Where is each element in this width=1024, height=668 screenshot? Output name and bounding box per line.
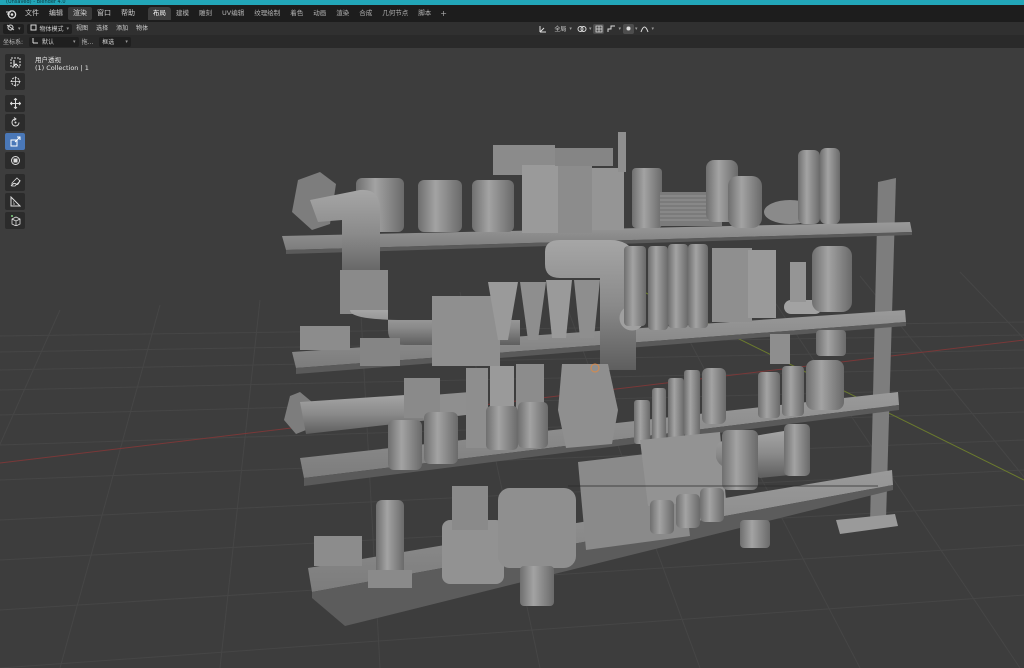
annotate-icon[interactable] <box>5 174 25 191</box>
3d-viewport[interactable] <box>0 48 1024 668</box>
editor-type-dropdown[interactable]: ▾ <box>3 23 24 34</box>
tab-scripting[interactable]: 脚本 <box>413 7 436 20</box>
coord-label: 坐标系: <box>3 39 24 46</box>
mode-label: 物体模式 <box>39 26 64 33</box>
move-icon[interactable] <box>5 95 25 112</box>
menu-view[interactable]: 视图 <box>72 24 92 34</box>
workspace-tabs: 布局 建模 雕刻 UV编辑 纹理绘制 着色 动画 渲染 合成 几何节点 脚本 + <box>148 7 451 20</box>
orientation-label: 全局 <box>554 26 567 33</box>
menu-file[interactable]: 文件 <box>20 7 44 20</box>
tab-compositing[interactable]: 合成 <box>354 7 377 20</box>
viewport-scene[interactable] <box>0 48 1024 668</box>
tab-uv-editing[interactable]: UV编辑 <box>217 7 249 20</box>
select-box-icon[interactable] <box>5 54 25 71</box>
transform-orientation-icon[interactable] <box>537 24 548 34</box>
menu-render[interactable]: 渲染 <box>68 7 92 20</box>
tab-shading[interactable]: 着色 <box>285 7 308 20</box>
menu-window[interactable]: 窗口 <box>92 7 116 20</box>
pivot-icon[interactable] <box>577 24 588 34</box>
tab-texture-paint[interactable]: 纹理绘制 <box>249 7 285 20</box>
coord-value: 默认 <box>42 39 55 46</box>
chevron-down-icon: ▾ <box>73 38 76 45</box>
tab-modeling[interactable]: 建模 <box>171 7 194 20</box>
blender-logo-icon[interactable] <box>4 7 18 21</box>
top-menubar: 文件 编辑 渲染 窗口 帮助 布局 建模 雕刻 UV编辑 纹理绘制 着色 动画 … <box>0 5 1024 22</box>
collection-label: (1) Collection | 1 <box>35 64 89 72</box>
mode-dropdown[interactable]: 物体模式 ▾ <box>26 23 73 34</box>
view-name-label: 用户透视 <box>35 56 61 64</box>
tab-layout[interactable]: 布局 <box>148 7 171 20</box>
object-mode-icon <box>30 24 37 33</box>
scale-icon[interactable] <box>5 133 25 150</box>
drag-dropdown[interactable]: 框选 ▾ <box>99 36 131 47</box>
chevron-down-icon: ▾ <box>18 25 21 32</box>
menu-select[interactable]: 选择 <box>92 24 112 34</box>
chevron-down-icon[interactable]: ▾ <box>618 26 621 32</box>
axis-icon <box>32 37 39 46</box>
add-workspace-button[interactable]: + <box>436 7 451 20</box>
chevron-down-icon[interactable]: ▾ <box>651 26 654 32</box>
cursor-icon[interactable] <box>5 73 25 90</box>
snap-target-icon[interactable] <box>606 24 617 34</box>
viewport-header: ▾ 物体模式 ▾ 视图 选择 添加 物体 全局 ▾ ▾ ▾ ▾ ▾ <box>0 22 1024 35</box>
measure-icon[interactable] <box>5 193 25 210</box>
rotate-icon[interactable] <box>5 114 25 131</box>
tab-sculpting[interactable]: 雕刻 <box>194 7 217 20</box>
transform-icon[interactable] <box>5 152 25 169</box>
menu-edit[interactable]: 编辑 <box>44 7 68 20</box>
snap-icon[interactable] <box>593 23 605 34</box>
menu-help[interactable]: 帮助 <box>116 7 140 20</box>
shelf-model[interactable] <box>282 132 912 626</box>
chevron-down-icon[interactable]: ▾ <box>589 26 592 32</box>
menu-object[interactable]: 物体 <box>132 24 152 34</box>
add-cube-icon[interactable] <box>5 212 25 229</box>
proportional-edit-icon[interactable] <box>622 23 634 34</box>
coord-dropdown[interactable]: 默认 ▾ <box>29 36 79 47</box>
chevron-down-icon: ▾ <box>66 25 70 32</box>
3d-viewport-icon <box>6 24 15 33</box>
chevron-down-icon: ▾ <box>125 38 128 45</box>
falloff-icon[interactable] <box>639 24 650 34</box>
tab-rendering[interactable]: 渲染 <box>331 7 354 20</box>
drag-value: 框选 <box>102 39 115 46</box>
tab-animation[interactable]: 动画 <box>308 7 331 20</box>
chevron-down-icon: ▾ <box>569 25 572 32</box>
orientation-dropdown[interactable]: 全局 ▾ <box>551 24 575 34</box>
drag-label: 拖... <box>81 39 94 46</box>
tool-settings-bar: 坐标系: 默认 ▾ 拖... 框选 ▾ <box>0 35 1024 48</box>
tab-geometry-nodes[interactable]: 几何节点 <box>377 7 413 20</box>
chevron-down-icon[interactable]: ▾ <box>635 26 638 32</box>
menu-add[interactable]: 添加 <box>112 24 132 34</box>
